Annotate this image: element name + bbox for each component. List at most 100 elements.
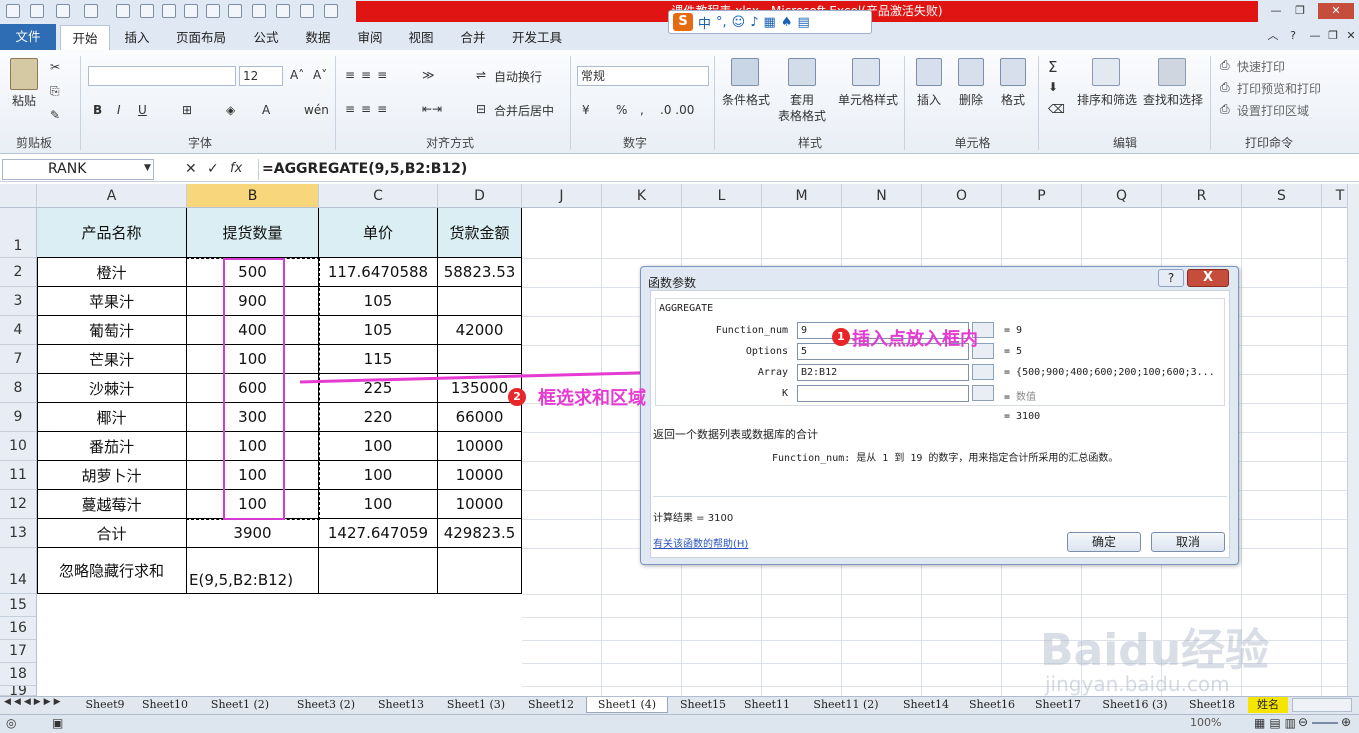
insert-function-icon[interactable]: fx <box>230 161 242 176</box>
font-name-combo[interactable] <box>88 66 236 86</box>
font-color-icon[interactable]: A <box>262 103 270 117</box>
table-cell[interactable]: 100 <box>319 490 438 519</box>
tab-formulas[interactable]: 公式 <box>244 25 288 50</box>
ime-mic-icon[interactable]: ♪ <box>750 15 758 30</box>
column-header[interactable]: O <box>922 184 1002 208</box>
table-cell[interactable] <box>438 548 522 594</box>
tab-review[interactable]: 审阅 <box>348 25 392 50</box>
table-cell[interactable]: 66000 <box>438 403 522 432</box>
table-cell[interactable]: 葡萄汁 <box>37 316 187 345</box>
table-cell[interactable]: 105 <box>319 287 438 316</box>
restore-icon[interactable]: ❐ <box>1289 3 1311 19</box>
sheet-tab[interactable]: Sheet3 (2) <box>286 697 366 713</box>
row-header[interactable]: 7 <box>0 345 37 374</box>
row-header[interactable]: 3 <box>0 287 37 316</box>
merge-center-icon[interactable]: ⊟ <box>476 102 486 116</box>
sheet-tab[interactable]: Sheet17 <box>1028 697 1088 713</box>
print-preview-button[interactable]: 打印预览和打印 <box>1237 80 1321 97</box>
orientation-icon[interactable]: ≫ <box>422 68 435 82</box>
font-size-combo[interactable]: 12 <box>239 66 283 86</box>
copy-icon[interactable]: ⎘ <box>50 84 60 99</box>
column-header[interactable]: J <box>522 184 602 208</box>
cut-icon[interactable]: ✂ <box>50 60 60 74</box>
sheet-nav-icons[interactable]: ◀◀◀▶▶▶ <box>4 697 64 707</box>
table-cell[interactable]: 番茄汁 <box>37 432 187 461</box>
cancel-entry-icon[interactable]: ✕ <box>185 161 197 177</box>
sheet-tab[interactable]: Sheet15 <box>674 697 732 713</box>
fill-color-icon[interactable]: ◈ <box>226 103 235 117</box>
sheet-tab-active[interactable]: Sheet1 (4) <box>586 697 668 713</box>
cell-styles-button[interactable]: 单元格样式 <box>836 92 900 108</box>
ime-punct-icon[interactable]: °, <box>716 15 727 30</box>
table-cell[interactable]: 苹果汁 <box>37 287 187 316</box>
sheet-tab[interactable]: Sheet11 (2) <box>802 697 890 713</box>
ime-mode[interactable]: 中 <box>698 13 711 32</box>
sheet-tab[interactable]: Sheet14 <box>896 697 956 713</box>
print-icon[interactable] <box>116 4 130 18</box>
row-header[interactable]: 1 <box>0 208 37 258</box>
tab-insert[interactable]: 插入 <box>115 25 159 50</box>
sheet-tab[interactable]: Sheet9 <box>78 697 132 713</box>
number-format-combo[interactable]: 常规 <box>577 66 709 86</box>
arg-input[interactable]: B2:B12 <box>797 364 969 381</box>
phonetic-icon[interactable]: wén <box>304 103 329 117</box>
quick-access-icon-3[interactable] <box>184 4 198 18</box>
row-header[interactable]: 15 <box>0 594 37 617</box>
delete-cells-button[interactable]: 删除 <box>952 92 990 108</box>
table-cell[interactable] <box>438 287 522 316</box>
row-header[interactable]: 12 <box>0 490 37 519</box>
close-window-icon[interactable]: ✕ <box>1318 3 1354 19</box>
percent-icon[interactable]: % <box>616 103 627 117</box>
column-header[interactable]: L <box>682 184 762 208</box>
confirm-entry-icon[interactable]: ✓ <box>207 161 219 177</box>
redo-icon[interactable] <box>84 4 98 18</box>
sheet-tab[interactable]: Sheet12 <box>522 697 580 713</box>
insert-cells-icon[interactable] <box>916 58 942 86</box>
bold-icon[interactable]: B <box>93 103 102 117</box>
quick-print-icon[interactable]: ⎙ <box>1220 58 1230 73</box>
table-cell[interactable]: 椰汁 <box>37 403 187 432</box>
ime-keyboard-icon[interactable]: ▦ <box>764 15 776 30</box>
column-header[interactable]: D <box>438 184 522 208</box>
quick-access-icon-2[interactable] <box>162 4 176 18</box>
column-header[interactable]: Q <box>1082 184 1162 208</box>
row-header[interactable]: 14 <box>0 548 37 594</box>
name-box-dropdown-icon[interactable]: ▼ <box>144 163 151 173</box>
tab-page-layout[interactable]: 页面布局 <box>168 25 234 50</box>
row-header[interactable]: 17 <box>0 640 37 663</box>
formula-input[interactable]: =AGGREGATE(9,5,B2:B12) <box>258 159 1348 180</box>
conditional-format-button[interactable]: 条件格式 <box>718 92 774 108</box>
table-cell[interactable]: 合计 <box>37 519 187 548</box>
table-cell[interactable]: 忽略隐藏行求和 <box>37 548 187 594</box>
horizontal-scrollbar[interactable] <box>1292 698 1352 712</box>
format-as-table-button[interactable]: 套用 表格格式 <box>772 92 832 124</box>
save-icon[interactable] <box>30 4 44 18</box>
quick-access-icon-5[interactable] <box>228 4 242 18</box>
paste-button[interactable]: 粘贴 <box>5 93 43 109</box>
print-area-button[interactable]: 设置打印区域 <box>1237 102 1309 119</box>
row-header[interactable]: 16 <box>0 617 37 640</box>
table-cell[interactable]: 100 <box>319 432 438 461</box>
row-header[interactable]: 11 <box>0 461 37 490</box>
table-cell[interactable]: 胡萝卜汁 <box>37 461 187 490</box>
table-cell[interactable]: 沙棘汁 <box>37 374 187 403</box>
cancel-button[interactable]: 取消 <box>1151 532 1225 552</box>
collapse-dialog-icon[interactable] <box>972 385 994 401</box>
sheet-tab[interactable]: Sheet1 (3) <box>436 697 516 713</box>
table-cell[interactable]: 100 <box>319 461 438 490</box>
undo-icon[interactable] <box>56 4 70 18</box>
column-header[interactable]: N <box>842 184 922 208</box>
row-header[interactable]: 18 <box>0 663 37 686</box>
clear-icon[interactable]: ⌫ <box>1048 102 1065 116</box>
ime-skin-icon[interactable]: ♠ <box>781 15 793 30</box>
borders-icon[interactable]: ⊞ <box>182 103 192 117</box>
format-as-table-icon[interactable] <box>788 58 816 86</box>
conditional-format-icon[interactable] <box>731 58 759 86</box>
ime-menu-icon[interactable]: ▤ <box>797 15 809 30</box>
tab-data[interactable]: 数据 <box>296 25 340 50</box>
currency-icon[interactable]: ¥ <box>582 103 590 117</box>
sort-filter-icon[interactable] <box>1092 58 1120 86</box>
table-cell[interactable]: 10000 <box>438 461 522 490</box>
table-cell[interactable]: 3900 <box>187 519 319 548</box>
print-area-icon[interactable]: ⎙ <box>1220 102 1230 117</box>
